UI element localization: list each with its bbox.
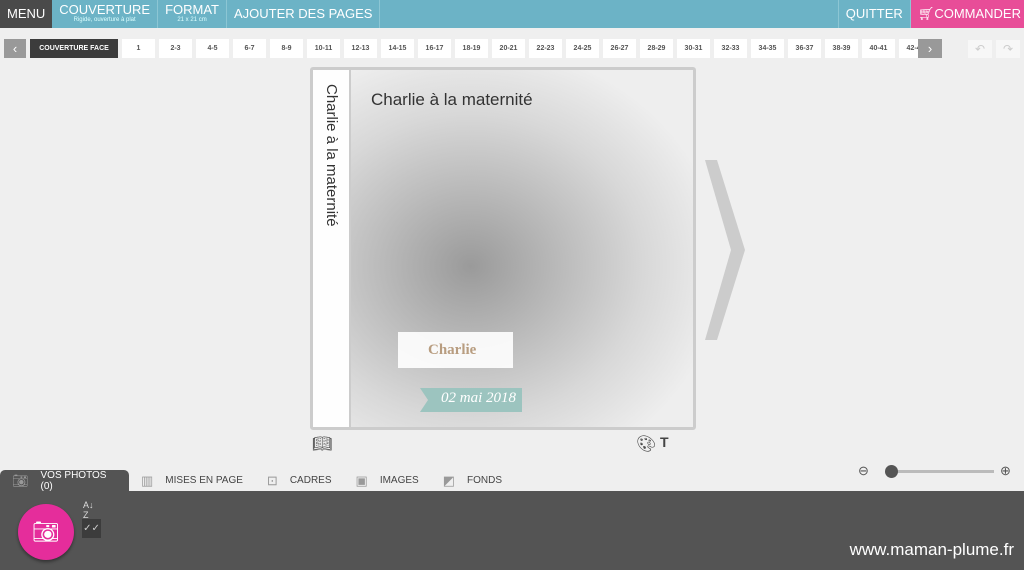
page-tab[interactable]: 10-11 [307, 39, 340, 58]
cover-page[interactable]: Charlie à la maternité Charlie à la mate… [310, 67, 696, 430]
tab-label: MISES EN PAGE [165, 475, 243, 486]
add-camera-icon: 📷︎ [32, 519, 60, 544]
page-tab[interactable]: 36-37 [788, 39, 821, 58]
tab-label: IMAGES [379, 475, 419, 486]
watermark: www.maman-plume.fr [849, 540, 1014, 559]
next-page-button[interactable]: › [918, 39, 942, 58]
next-page-chevron[interactable] [705, 160, 745, 340]
cart-icon: 🛒︎ [917, 6, 935, 21]
zoom-knob[interactable] [885, 465, 899, 478]
page-tab[interactable]: 28-29 [640, 39, 673, 58]
name-label[interactable]: Charlie [398, 332, 513, 368]
image-icon: ▣ [355, 472, 368, 488]
prev-page-button[interactable]: ‹ [4, 39, 26, 58]
page-tab[interactable]: 6-7 [233, 39, 266, 58]
camera-icon: 📷︎ [12, 472, 29, 488]
date-banner[interactable]: 02 mai 2018 [420, 388, 522, 412]
format-button[interactable]: FORMAT 21 x 21 cm [158, 0, 227, 28]
page-tab[interactable]: 22-23 [529, 39, 562, 58]
book-icon[interactable]: 📖︎ [312, 434, 332, 454]
page-tab-cover[interactable]: COUVERTURE FACE [30, 39, 118, 58]
page-tab[interactable]: 2-3 [159, 39, 192, 58]
spine-title[interactable]: Charlie à la maternité [323, 84, 340, 227]
zoom-in-icon[interactable]: ⊕ [1000, 463, 1011, 479]
page-tab[interactable]: 12-13 [344, 39, 377, 58]
order-label: COMMANDER [934, 6, 1021, 21]
top-bar: MENU COUVERTURE Rigide, ouverture à plat … [0, 0, 1024, 28]
cover-sub: Rigide, ouverture à plat [73, 17, 136, 23]
page-tab[interactable]: 18-19 [455, 39, 488, 58]
tab-vos[interactable]: 📷︎ VOS PHOTOS (0) [0, 469, 129, 492]
add-photo-button[interactable]: 📷︎ [18, 504, 74, 560]
page-tab[interactable]: 24-25 [566, 39, 599, 58]
tab-label: FONDS [467, 475, 503, 486]
cover-label: COUVERTURE [59, 2, 151, 17]
order-button[interactable]: 🛒︎COMMANDER [910, 0, 1024, 28]
page-tab[interactable]: 32-33 [714, 39, 747, 58]
format-sub: 21 x 21 cm [177, 17, 207, 23]
page-tab[interactable]: 26-27 [603, 39, 636, 58]
cover-button[interactable]: COUVERTURE Rigide, ouverture à plat [52, 0, 159, 28]
sort-az-icon[interactable]: A↓ Z [83, 500, 94, 520]
cover-title[interactable]: Charlie à la maternité [371, 90, 533, 110]
zoom-track[interactable] [886, 470, 994, 473]
text-icon[interactable]: T [660, 434, 669, 450]
layout-icon: ▥ [141, 472, 154, 488]
cover-photo[interactable] [351, 70, 693, 427]
page-tab[interactable]: 40-41 [862, 39, 895, 58]
tab-label: VOS PHOTOS (0) [40, 469, 107, 492]
menu-button[interactable]: MENU [0, 0, 53, 28]
page-tab[interactable]: 38-39 [825, 39, 858, 58]
redo-icon[interactable]: ↷ [996, 40, 1020, 58]
undo-icon[interactable]: ↶ [968, 40, 992, 58]
page-tab[interactable]: 34-35 [751, 39, 784, 58]
tab-mises[interactable]: ▥ MISES EN PAGE [129, 470, 255, 491]
zoom-slider[interactable]: ⊖ ⊕ [858, 463, 1018, 481]
page-strip: ‹ COUVERTURE FACE 1 2-3 4-5 6-7 8-9 10-11 12-13… [4, 39, 942, 58]
page-tab[interactable]: 20-21 [492, 39, 525, 58]
page-tab[interactable]: 30-31 [677, 39, 710, 58]
page-tab[interactable]: 14-15 [381, 39, 414, 58]
frame-icon: ⊡ [266, 472, 278, 488]
format-label: FORMAT [165, 2, 219, 17]
quit-button[interactable]: QUITTER [837, 0, 911, 28]
select-all-icon[interactable]: ✓✓ [82, 519, 101, 538]
background-icon: ◩ [442, 472, 456, 488]
page-tab[interactable]: 8-9 [270, 39, 303, 58]
page-tab[interactable]: 4-5 [196, 39, 229, 58]
tab-images[interactable]: ▣ IMAGES [344, 470, 431, 491]
zoom-out-icon[interactable]: ⊖ [858, 463, 869, 479]
tab-fonds[interactable]: ◩ FONDS [431, 470, 514, 491]
page-tab[interactable]: 16-17 [418, 39, 451, 58]
tab-cadres[interactable]: ⊡ CADRES [255, 470, 344, 491]
page-tab[interactable]: 1 [122, 39, 155, 58]
tab-label: CADRES [289, 475, 332, 486]
spine: Charlie à la maternité [313, 70, 351, 427]
add-pages-button[interactable]: AJOUTER DES PAGES [227, 0, 381, 28]
tool-tabs: 📷︎ VOS PHOTOS (0) ▥ MISES EN PAGE ⊡ CADRES ▣ IM… [0, 469, 514, 492]
palette-icon[interactable]: 🎨︎ [636, 434, 656, 454]
